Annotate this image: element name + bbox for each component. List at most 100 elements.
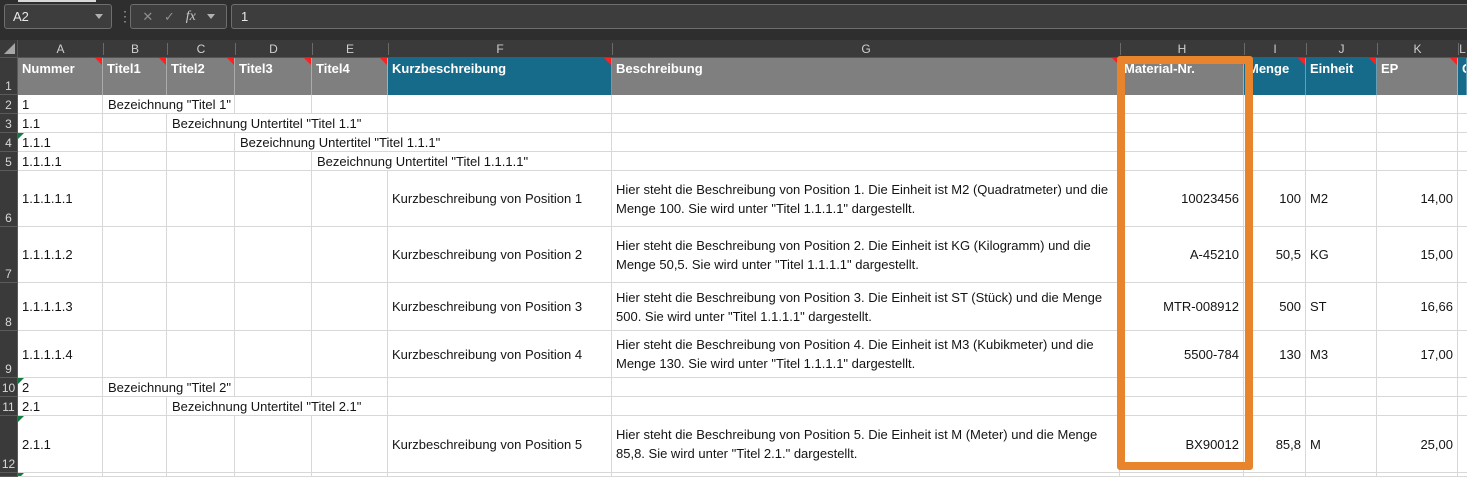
- cell-D12[interactable]: [235, 416, 312, 473]
- cell-D8[interactable]: [235, 283, 312, 331]
- cell-J9[interactable]: M3: [1306, 331, 1377, 378]
- cell-J4[interactable]: [1306, 133, 1377, 152]
- cell-L3[interactable]: [1458, 114, 1467, 133]
- cell-A13[interactable]: [18, 473, 103, 477]
- cell-J12[interactable]: M: [1306, 416, 1377, 473]
- column-header-F[interactable]: F: [388, 40, 612, 58]
- cell-E9[interactable]: [312, 331, 388, 378]
- cell-A5[interactable]: 1.1.1.1: [18, 152, 103, 171]
- cell-F7[interactable]: Kurzbeschreibung von Position 2: [388, 227, 612, 283]
- cell-D7[interactable]: [235, 227, 312, 283]
- cell-I2[interactable]: [1244, 95, 1306, 114]
- header-cell-J1[interactable]: Einheit: [1306, 58, 1377, 95]
- cell-F6[interactable]: Kurzbeschreibung von Position 1: [388, 171, 612, 227]
- cell-H13[interactable]: [1120, 473, 1244, 477]
- cell-C9[interactable]: [167, 331, 235, 378]
- insert-function-icon[interactable]: fx: [186, 9, 196, 25]
- cell-F10[interactable]: [388, 378, 612, 397]
- cell-E5[interactable]: Bezeichnung Untertitel "Titel 1.1.1.1": [312, 152, 612, 171]
- cell-C8[interactable]: [167, 283, 235, 331]
- cell-J11[interactable]: [1306, 397, 1377, 416]
- cell-C3[interactable]: Bezeichnung Untertitel "Titel 1.1": [167, 114, 388, 133]
- cell-D9[interactable]: [235, 331, 312, 378]
- cell-A2[interactable]: 1: [18, 95, 103, 114]
- cell-F11[interactable]: [388, 397, 612, 416]
- cell-I7[interactable]: 50,5: [1244, 227, 1306, 283]
- cell-K11[interactable]: [1377, 397, 1458, 416]
- cell-B8[interactable]: [103, 283, 167, 331]
- cell-B7[interactable]: [103, 227, 167, 283]
- cell-L5[interactable]: [1458, 152, 1467, 171]
- cell-A6[interactable]: 1.1.1.1.1: [18, 171, 103, 227]
- row-header-5[interactable]: 5: [0, 152, 18, 171]
- cell-K4[interactable]: [1377, 133, 1458, 152]
- header-cell-F1[interactable]: Kurzbeschreibung: [388, 58, 612, 95]
- cell-F2[interactable]: [388, 95, 612, 114]
- column-header-D[interactable]: D: [235, 40, 312, 58]
- cell-L11[interactable]: [1458, 397, 1467, 416]
- cell-A9[interactable]: 1.1.1.1.4: [18, 331, 103, 378]
- cell-L12[interactable]: [1458, 416, 1467, 473]
- cell-D10[interactable]: [235, 378, 312, 397]
- row-header-9[interactable]: 9: [0, 331, 18, 378]
- cell-G11[interactable]: [612, 397, 1120, 416]
- cell-A10[interactable]: 2: [18, 378, 103, 397]
- cell-A8[interactable]: 1.1.1.1.3: [18, 283, 103, 331]
- row-header-2[interactable]: 2: [0, 95, 18, 114]
- cell-D5[interactable]: [235, 152, 312, 171]
- cell-L13[interactable]: [1458, 473, 1467, 477]
- fx-chevron-icon[interactable]: [207, 14, 215, 19]
- cell-B6[interactable]: [103, 171, 167, 227]
- column-header-E[interactable]: E: [312, 40, 388, 58]
- cell-I4[interactable]: [1244, 133, 1306, 152]
- row-header-13[interactable]: [0, 473, 18, 477]
- cell-K2[interactable]: [1377, 95, 1458, 114]
- column-header-L[interactable]: L: [1458, 40, 1467, 58]
- formula-input[interactable]: 1: [231, 4, 1467, 29]
- cell-G12[interactable]: Hier steht die Beschreibung von Position…: [612, 416, 1120, 473]
- cell-F12[interactable]: Kurzbeschreibung von Position 5: [388, 416, 612, 473]
- cell-B10[interactable]: Bezeichnung "Titel 2": [103, 378, 235, 397]
- cell-J3[interactable]: [1306, 114, 1377, 133]
- cell-G10[interactable]: [612, 378, 1120, 397]
- cell-F3[interactable]: [388, 114, 612, 133]
- cell-B9[interactable]: [103, 331, 167, 378]
- cell-L2[interactable]: [1458, 95, 1467, 114]
- cell-B11[interactable]: [103, 397, 167, 416]
- cell-I11[interactable]: [1244, 397, 1306, 416]
- cell-G4[interactable]: [612, 133, 1120, 152]
- cell-K5[interactable]: [1377, 152, 1458, 171]
- cell-B12[interactable]: [103, 416, 167, 473]
- enter-icon[interactable]: ✓: [164, 9, 175, 25]
- cell-I5[interactable]: [1244, 152, 1306, 171]
- select-all-button[interactable]: [0, 40, 18, 58]
- cell-J8[interactable]: ST: [1306, 283, 1377, 331]
- cell-D13[interactable]: [235, 473, 312, 477]
- cell-J7[interactable]: KG: [1306, 227, 1377, 283]
- cell-E2[interactable]: [312, 95, 388, 114]
- column-header-C[interactable]: C: [167, 40, 235, 58]
- cell-I9[interactable]: 130: [1244, 331, 1306, 378]
- cell-K6[interactable]: 14,00: [1377, 171, 1458, 227]
- header-cell-G1[interactable]: Beschreibung: [612, 58, 1120, 95]
- cell-C13[interactable]: [167, 473, 235, 477]
- header-cell-D1[interactable]: Titel3: [235, 58, 312, 95]
- cell-G13[interactable]: [612, 473, 1120, 477]
- cell-F13[interactable]: [388, 473, 612, 477]
- cell-C4[interactable]: [167, 133, 235, 152]
- cell-I12[interactable]: 85,8: [1244, 416, 1306, 473]
- cell-B4[interactable]: [103, 133, 167, 152]
- cell-G6[interactable]: Hier steht die Beschreibung von Position…: [612, 171, 1120, 227]
- cell-D6[interactable]: [235, 171, 312, 227]
- cell-K7[interactable]: 15,00: [1377, 227, 1458, 283]
- column-header-K[interactable]: K: [1377, 40, 1458, 58]
- cell-A7[interactable]: 1.1.1.1.2: [18, 227, 103, 283]
- cell-J10[interactable]: [1306, 378, 1377, 397]
- row-header-8[interactable]: 8: [0, 283, 18, 331]
- cell-L10[interactable]: [1458, 378, 1467, 397]
- column-header-J[interactable]: J: [1306, 40, 1377, 58]
- cell-E7[interactable]: [312, 227, 388, 283]
- cell-J6[interactable]: M2: [1306, 171, 1377, 227]
- cell-C12[interactable]: [167, 416, 235, 473]
- cell-K10[interactable]: [1377, 378, 1458, 397]
